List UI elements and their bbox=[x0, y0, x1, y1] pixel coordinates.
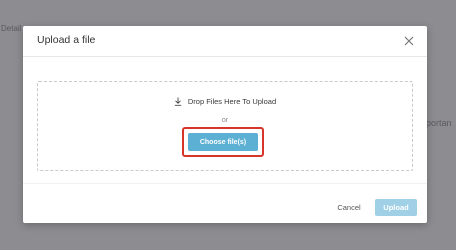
modal-title: Upload a file bbox=[37, 34, 96, 46]
background-text-right: portan bbox=[426, 118, 452, 128]
or-separator: or bbox=[221, 117, 229, 124]
download-icon bbox=[174, 97, 182, 106]
drop-zone[interactable]: Drop Files Here To Upload or Choose file… bbox=[37, 81, 413, 171]
drop-text: Drop Files Here To Upload bbox=[187, 96, 277, 106]
close-icon bbox=[404, 36, 414, 46]
background-text-left: Detail bbox=[1, 24, 22, 33]
cancel-button[interactable]: Cancel bbox=[330, 199, 368, 215]
choose-files-button[interactable]: Choose file(s) bbox=[188, 133, 258, 151]
drop-instructions: Drop Files Here To Upload bbox=[38, 95, 412, 107]
header-divider bbox=[23, 56, 427, 57]
footer-divider bbox=[23, 183, 427, 184]
upload-button[interactable]: Upload bbox=[375, 199, 417, 216]
choose-files-highlight: Choose file(s) bbox=[182, 127, 264, 157]
upload-modal: Upload a file Drop Files Here To Upload … bbox=[23, 26, 427, 223]
close-button[interactable] bbox=[403, 34, 415, 46]
